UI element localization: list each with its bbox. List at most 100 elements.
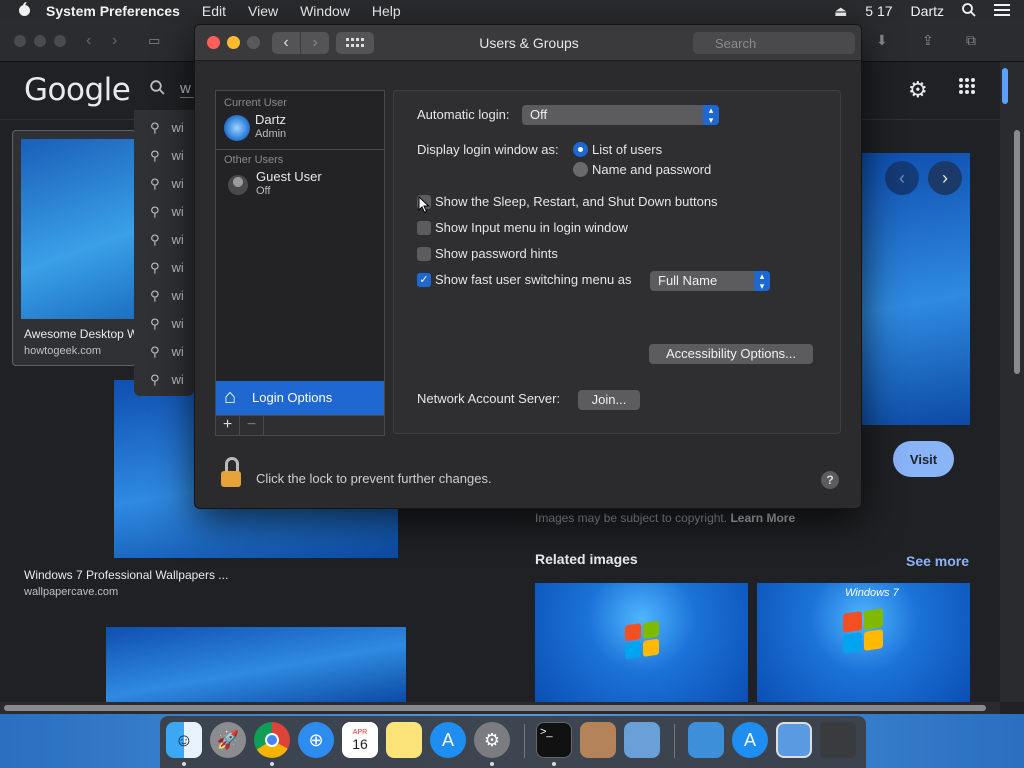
suggestion-item[interactable]: ⚲ wi [150, 260, 184, 276]
applications-folder-icon[interactable] [688, 722, 724, 758]
notes-icon[interactable] [386, 722, 422, 758]
menu-view[interactable]: View [248, 3, 278, 19]
suggestion-item[interactable]: ⚲ wi [150, 232, 184, 248]
checkbox-fast-user-switching[interactable]: ✓ [417, 273, 431, 287]
remove-user-button[interactable]: − [240, 416, 264, 435]
result-card-selected[interactable]: Awesome Desktop W howtogeek.com [12, 130, 139, 366]
archive-utility-icon[interactable] [580, 722, 616, 758]
dock-separator [524, 724, 525, 758]
radio-list-of-users[interactable] [573, 142, 588, 157]
join-button[interactable]: Join... [578, 390, 640, 410]
menu-clock[interactable]: 5 17 [865, 3, 892, 19]
browser-zoom-button[interactable] [54, 35, 66, 47]
downloads-icon[interactable]: ⬇ [876, 32, 888, 49]
menu-edit[interactable]: Edit [202, 3, 226, 19]
sidebar-item-login-options[interactable]: ⌂ Login Options [216, 381, 384, 415]
windows-logo-icon [843, 608, 883, 654]
calendar-icon[interactable]: APR 16 [342, 722, 378, 758]
related-image[interactable] [535, 583, 748, 702]
spotlight-icon[interactable] [962, 2, 976, 20]
suggestion-item[interactable]: ⚲ wi [150, 344, 184, 360]
browser-close-button[interactable] [14, 35, 26, 47]
add-user-button[interactable]: + [216, 416, 240, 435]
trash-icon[interactable] [820, 722, 856, 758]
google-logo[interactable]: Google [24, 72, 131, 108]
suggestion-item[interactable]: ⚲ wi [150, 288, 184, 304]
preview-prev-icon[interactable]: ‹ [885, 161, 919, 195]
finder-icon[interactable]: ☺ [166, 722, 202, 758]
menu-bar: System Preferences Edit View Window Help… [0, 0, 1024, 22]
apple-menu-icon[interactable] [10, 1, 38, 21]
search-icon[interactable] [150, 80, 165, 99]
desktop-screenshot-icon[interactable] [776, 722, 812, 758]
scroll-thumb[interactable] [1014, 130, 1020, 374]
radio-name-and-password[interactable] [573, 162, 588, 177]
search-query[interactable]: w [180, 80, 194, 98]
vertical-scrollbar[interactable] [1000, 62, 1024, 702]
menu-help[interactable]: Help [372, 3, 401, 19]
preview-image[interactable] [862, 153, 970, 425]
browser-forward-icon[interactable]: › [112, 32, 117, 50]
dock: ☺ 🚀 ⊕ APR 16 A ⚙ >_ A [160, 716, 866, 768]
users-sidebar: Current User Dartz Admin Other Users Gue… [215, 90, 385, 416]
suggestion-item[interactable]: ⚲ wi [150, 316, 184, 332]
menu-app-name[interactable]: System Preferences [46, 3, 180, 19]
see-more-link[interactable]: See more [906, 553, 969, 569]
scroll-thumb-top[interactable] [1002, 68, 1008, 104]
menu-window[interactable]: Window [300, 3, 350, 19]
gear-icon[interactable]: ⚙ [908, 77, 928, 103]
running-indicator [552, 762, 556, 766]
checkbox-password-hints[interactable] [417, 247, 431, 261]
result-image[interactable] [106, 627, 406, 702]
browser-minimize-button[interactable] [34, 35, 46, 47]
app-store-icon[interactable]: A [430, 722, 466, 758]
menu-user[interactable]: Dartz [911, 3, 944, 19]
lock-icon[interactable] [219, 457, 243, 489]
app-store-download-icon[interactable]: A [732, 722, 768, 758]
horizontal-scrollbar[interactable] [0, 702, 1000, 714]
browser-back-icon[interactable]: ‹ [86, 32, 91, 50]
system-preferences-icon[interactable]: ⚙ [474, 722, 510, 758]
notification-center-icon[interactable] [994, 3, 1010, 19]
preview-app-icon[interactable] [624, 722, 660, 758]
running-indicator [182, 762, 186, 766]
preview-next-icon[interactable]: › [928, 161, 962, 195]
mouse-cursor-icon [418, 196, 430, 214]
help-button[interactable]: ? [821, 471, 839, 489]
fast-switching-popup[interactable]: Full Name ▴ ▾ [650, 271, 770, 291]
eject-icon[interactable]: ⏏ [834, 3, 847, 20]
section-divider [216, 149, 384, 150]
checkbox-input-menu[interactable] [417, 221, 431, 235]
password-hints-label: Show password hints [435, 246, 558, 261]
suggestion-item[interactable]: ⚲ wi [150, 120, 184, 136]
suggestion-item[interactable]: ⚲ wi [150, 372, 184, 388]
visit-button[interactable]: Visit [893, 441, 954, 477]
suggestion-item[interactable]: ⚲ wi [150, 148, 184, 164]
related-image[interactable]: Windows 7 [757, 583, 970, 702]
result-title[interactable]: Windows 7 Professional Wallpapers ... [24, 568, 228, 582]
search-input[interactable] [693, 32, 855, 54]
launchpad-icon[interactable]: 🚀 [210, 722, 246, 758]
hscroll-thumb[interactable] [4, 705, 986, 711]
current-user-header: Current User [224, 97, 287, 109]
apps-grid-icon[interactable] [958, 77, 976, 101]
result-title[interactable]: Awesome Desktop W [24, 327, 139, 341]
result-domain: howtogeek.com [24, 345, 102, 357]
share-icon[interactable]: ⇪ [922, 32, 934, 49]
suggestion-item[interactable]: ⚲ wi [150, 204, 184, 220]
tabs-icon[interactable]: ⧉ [966, 32, 976, 49]
window-titlebar[interactable]: ‹ › Users & Groups [195, 25, 861, 61]
suggestion-item[interactable]: ⚲ wi [150, 176, 184, 192]
user-row-guest[interactable]: Guest User Off [216, 166, 384, 206]
automatic-login-popup[interactable]: Off ▴ ▾ [522, 105, 719, 125]
user-row-dartz[interactable]: Dartz Admin [216, 109, 384, 149]
chrome-icon[interactable] [254, 722, 290, 758]
sidebar-toggle-icon[interactable]: ▭ [148, 33, 160, 49]
accessibility-options-button[interactable]: Accessibility Options... [649, 344, 813, 364]
safari-icon[interactable]: ⊕ [298, 722, 334, 758]
network-account-label: Network Account Server: [417, 391, 561, 406]
house-icon: ⌂ [224, 386, 237, 408]
terminal-icon[interactable]: >_ [536, 722, 572, 758]
learn-more-link[interactable]: Learn More [730, 511, 795, 525]
result-image[interactable] [21, 139, 137, 319]
